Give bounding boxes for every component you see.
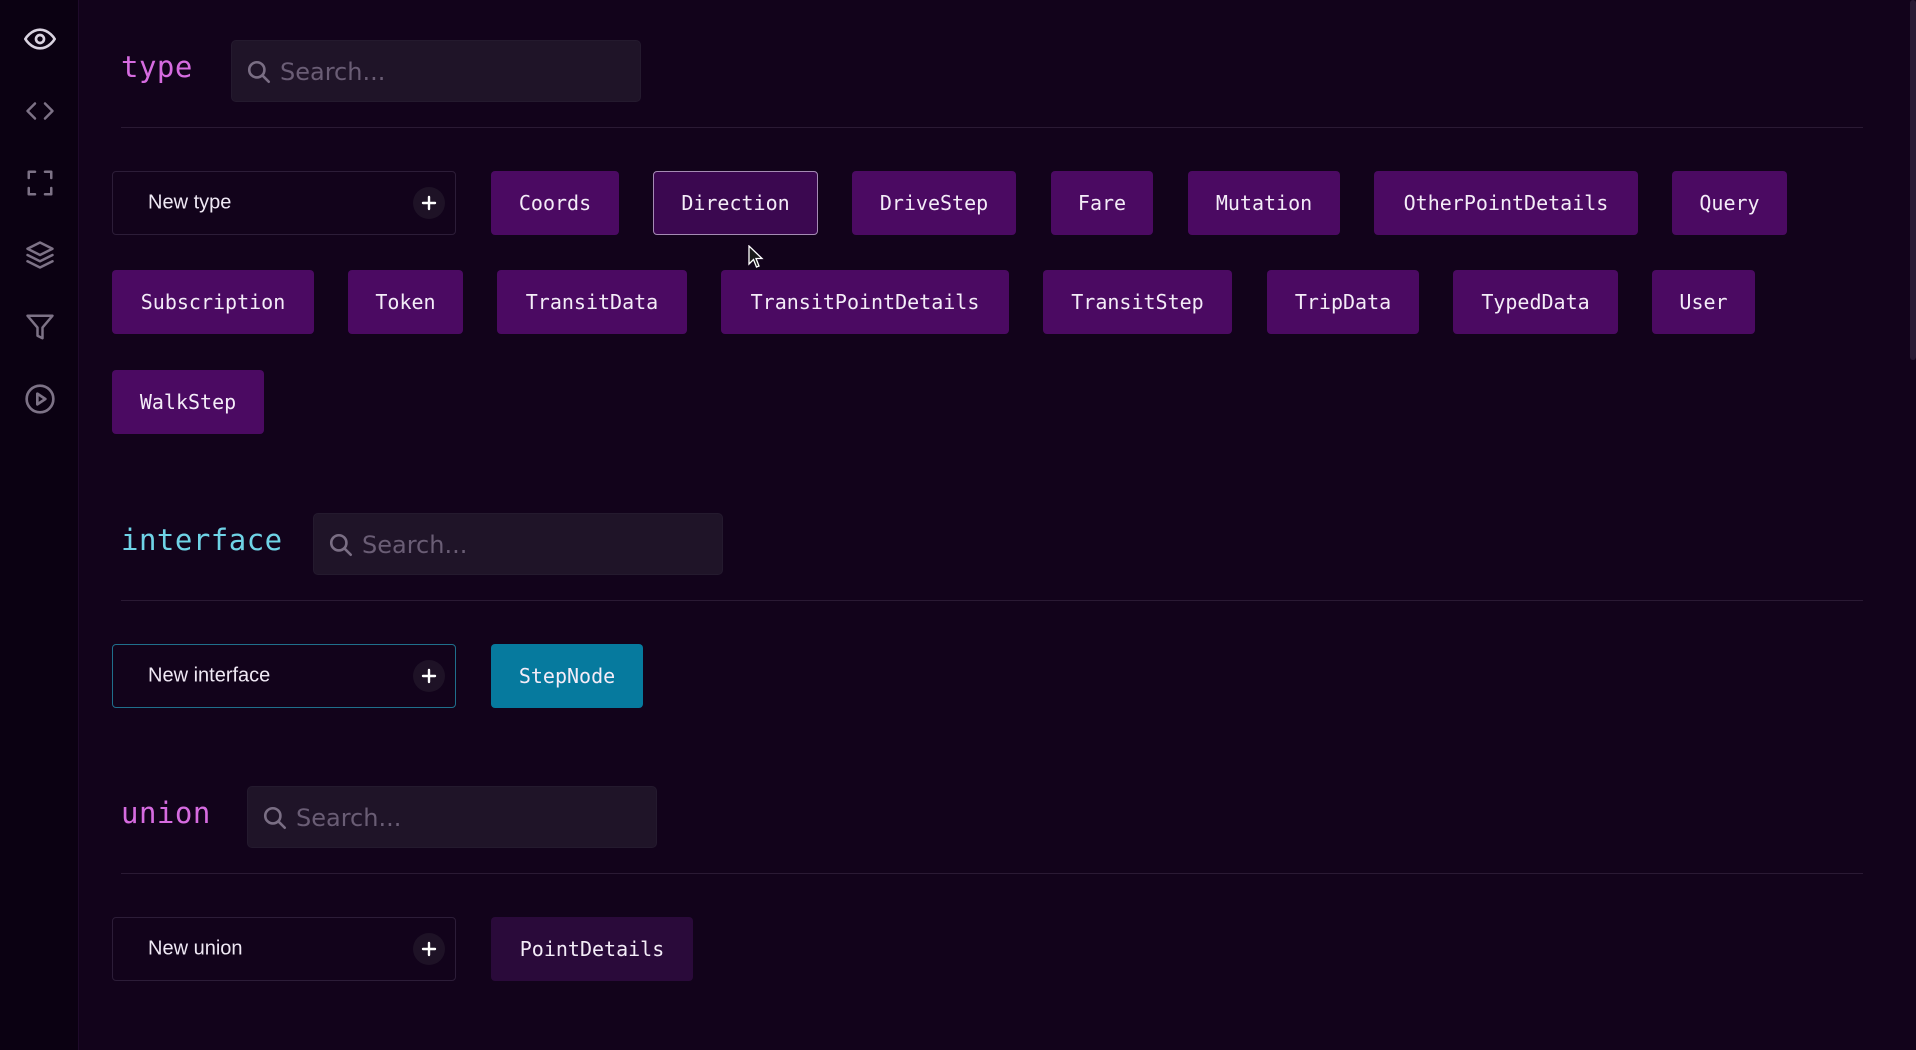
eye-icon[interactable] bbox=[23, 22, 57, 56]
search-icon bbox=[328, 532, 354, 562]
union-divider bbox=[121, 873, 1863, 874]
layers-icon[interactable] bbox=[23, 238, 57, 272]
type-divider bbox=[121, 127, 1863, 128]
app-window: type New type Coords Direction DriveStep… bbox=[0, 0, 1916, 1050]
new-type-button[interactable]: New type bbox=[112, 171, 456, 235]
fullscreen-icon[interactable] bbox=[23, 166, 57, 200]
new-interface-label: New interface bbox=[148, 664, 271, 687]
type-chip-transitpointdetails[interactable]: TransitPointDetails bbox=[721, 270, 1009, 334]
type-chip-query[interactable]: Query bbox=[1672, 171, 1787, 235]
type-chip-drivestep[interactable]: DriveStep bbox=[852, 171, 1016, 235]
search-icon bbox=[246, 59, 272, 89]
filter-icon[interactable] bbox=[23, 310, 57, 344]
mouse-cursor-icon bbox=[748, 244, 764, 273]
sidebar bbox=[0, 0, 79, 1050]
play-icon[interactable] bbox=[23, 382, 57, 416]
search-icon bbox=[262, 805, 288, 835]
type-chip-tripdata[interactable]: TripData bbox=[1267, 270, 1419, 334]
interface-search-input[interactable] bbox=[360, 514, 714, 576]
vertical-scrollbar[interactable] bbox=[1910, 0, 1916, 360]
type-search-input[interactable] bbox=[278, 41, 632, 103]
type-chip-typeddata[interactable]: TypedData bbox=[1453, 270, 1618, 334]
type-chip-user[interactable]: User bbox=[1652, 270, 1755, 334]
type-chip-mutation[interactable]: Mutation bbox=[1188, 171, 1340, 235]
union-search-box[interactable] bbox=[247, 786, 657, 849]
interface-chip-stepnode[interactable]: StepNode bbox=[491, 644, 643, 708]
interface-divider bbox=[121, 600, 1863, 601]
new-interface-button[interactable]: New interface bbox=[112, 644, 456, 708]
union-chip-pointdetails[interactable]: PointDetails bbox=[491, 917, 693, 981]
new-union-button[interactable]: New union bbox=[112, 917, 456, 981]
type-chip-otherpointdetails[interactable]: OtherPointDetails bbox=[1374, 171, 1638, 235]
plus-icon bbox=[413, 933, 445, 965]
union-search-input[interactable] bbox=[294, 787, 648, 849]
code-icon[interactable] bbox=[23, 94, 57, 128]
section-title-interface: interface bbox=[121, 523, 283, 557]
plus-icon bbox=[413, 660, 445, 692]
type-chip-coords[interactable]: Coords bbox=[491, 171, 619, 235]
interface-search-box[interactable] bbox=[313, 513, 723, 576]
type-chip-fare[interactable]: Fare bbox=[1051, 171, 1153, 235]
new-union-label: New union bbox=[148, 937, 243, 960]
type-chip-subscription[interactable]: Subscription bbox=[112, 270, 314, 334]
section-title-type: type bbox=[121, 50, 193, 84]
type-chip-transitstep[interactable]: TransitStep bbox=[1043, 270, 1232, 334]
new-type-label: New type bbox=[148, 191, 232, 214]
type-chip-token[interactable]: Token bbox=[348, 270, 463, 334]
type-chip-walkstep[interactable]: WalkStep bbox=[112, 370, 264, 434]
type-search-box[interactable] bbox=[231, 40, 641, 103]
type-chip-transitdata[interactable]: TransitData bbox=[497, 270, 687, 334]
type-chip-direction[interactable]: Direction bbox=[653, 171, 818, 235]
section-title-union: union bbox=[121, 796, 211, 830]
plus-icon bbox=[413, 187, 445, 219]
